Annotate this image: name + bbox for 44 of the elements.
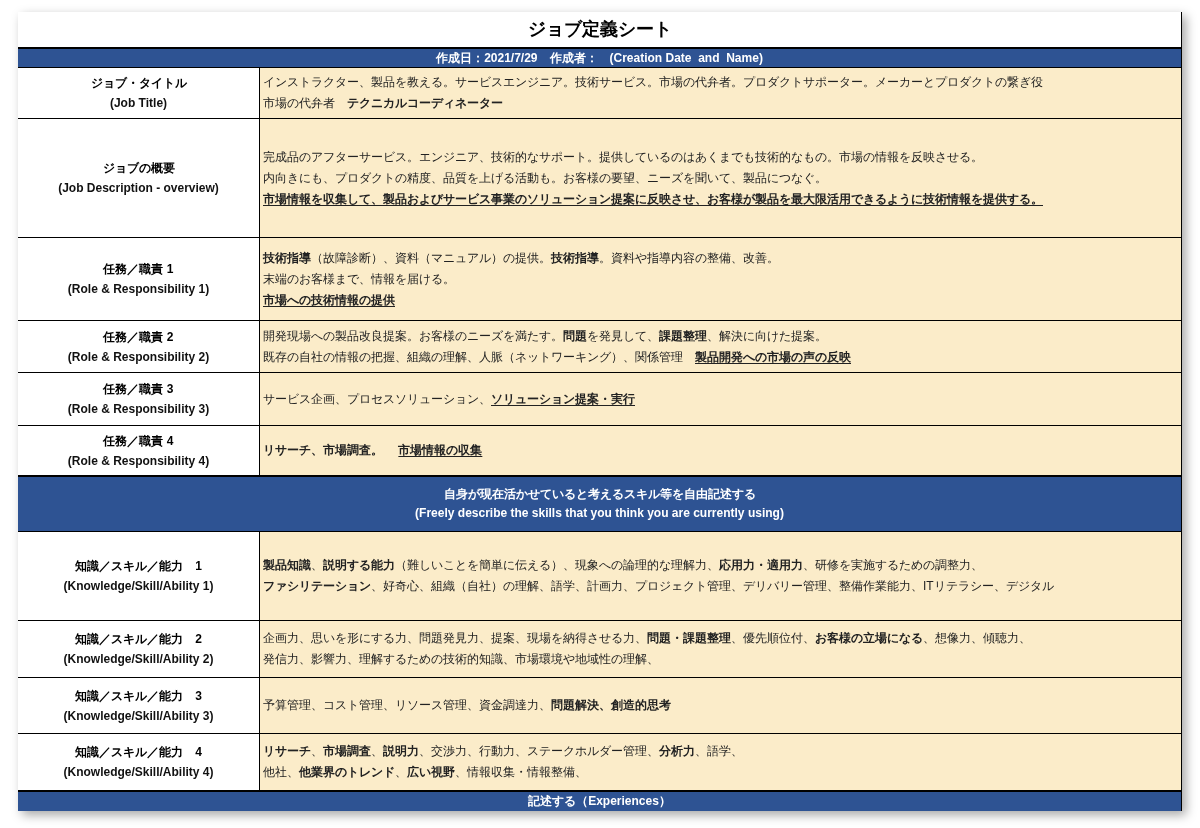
row-heading-translation: (Knowledge/Skill/Ability 4)	[63, 764, 214, 781]
row-heading: 知識／スキル／能力 4	[75, 744, 202, 761]
content-line: 市場の代弁者 テクニカルコーディネーター	[263, 95, 504, 112]
content-line: 市場情報を収集して、製品およびサービス事業のソリューション提案に反映させ、お客様が製品を最大限活用できるように技術情報を提供する。	[263, 190, 1044, 208]
row-heading: ジョブ・タイトル	[90, 75, 187, 92]
row-heading: 任務／職責 2	[103, 328, 174, 346]
content-line: 既存の自社の情報の把握、組織の理解、人脈（ネットワーキング）、関係管理 製品開発への市場の声の反映	[263, 348, 852, 366]
row-heading-translation: (Role & Responsibility 1)	[67, 281, 210, 298]
content-line: 製品知識、説明する能力（難しいことを簡単に伝える）、現象への論理的な理解力、応用力・適用力、研修を実施するための調整力、	[263, 557, 984, 574]
content-line: リサーチ、市場調査。 市場情報の収集	[263, 442, 484, 459]
content-line: 他社、他業界のトレンド、広い視野、情報収集・情報整備、	[263, 764, 588, 781]
row-heading: 知識／スキル／能力 2	[75, 631, 202, 648]
content-line: 企画力、思いを形にする力、問題発見力、提案、現場を納得させる力、問題・課題整理、優先順位付、お客様の立場になる、想像力、傾聴力、	[263, 630, 1032, 647]
row-heading-translation: (Knowledge/Skill/Ability 3)	[63, 707, 214, 725]
row-heading: 任務／職責 3	[103, 381, 174, 398]
content-line: ファシリテーション、好奇心、組織（自社）の理解、語学、計画力、プロジェクト管理、デリバリー管理、整備作業能力、ITリテラシー、デジタル	[263, 578, 1055, 595]
band-text: (Freely describe the skills that you think you are currently using)	[415, 505, 784, 522]
content-line: インストラクター、製品を教える。サービスエンジニア。技術サービス。市場の代弁者。プロダクトサポーター。メーカーとプロダクトの繋ぎ役	[263, 74, 1044, 91]
band-text: 作成日：2021/7/29 作成者： (Creation Date and Name)	[436, 49, 763, 67]
row-heading: 知識／スキル／能力 3	[75, 687, 202, 705]
sheet-title: ジョブ定義シート	[527, 18, 672, 41]
content-line: 技術指導（故障診断）、資料（マニュアル）の提供。技術指導。資料や指導内容の整備、改善。	[263, 249, 780, 267]
row-heading: 任務／職責 4	[103, 432, 174, 450]
row-heading: ジョブの概要	[102, 160, 175, 177]
content-line: 末端のお客様まで、情報を届ける。	[263, 270, 456, 288]
content-line: 内向きにも、プロダクトの精度、品質を上げる活動も。お客様の要望、ニーズを聞いて、製品につなぐ。	[263, 169, 828, 187]
content-line: 市場への技術情報の提供	[263, 291, 396, 309]
row-heading-translation: (Knowledge/Skill/Ability 1)	[63, 578, 214, 595]
content-line: サービス企画、プロセスソリューション、ソリューション提案・実行	[263, 390, 636, 408]
content-line: 完成品のアフターサービス。エンジニア、技術的なサポート。提供しているのはあくまでも技術的なもの。市場の情報を反映させる。	[263, 148, 984, 166]
row-heading: 知識／スキル／能力 1	[75, 558, 202, 575]
row-heading-translation: (Knowledge/Skill/Ability 2)	[63, 651, 214, 668]
content-line: 開発現場への製品改良提案。お客様のニーズを満たす。問題を発見して、課題整理、解決に向けた提案。	[263, 327, 828, 345]
row-heading-translation: (Job Description - overview)	[58, 180, 219, 197]
row-heading-translation: (Job Title)	[109, 95, 168, 112]
row-heading-translation: (Role & Responsibility 4)	[67, 452, 210, 470]
row-heading-translation: (Role & Responsibility 2)	[67, 348, 210, 366]
content-line: 予算管理、コスト管理、リソース管理、資金調達力、問題解決、創造的思考	[263, 697, 672, 714]
row-heading-translation: (Role & Responsibility 3)	[67, 401, 210, 418]
content-line: 発信力、影響力、理解するための技術的知識、市場環境や地域性の理解、	[263, 651, 660, 668]
row-heading: 任務／職責 1	[103, 261, 174, 278]
content-line: リサーチ、市場調査、説明力、交渉力、行動力、ステークホルダー管理、分析力、語学、	[263, 743, 744, 760]
band-text: 自身が現在活かせていると考えるスキル等を自由記述する	[443, 486, 756, 503]
band-text: 記述する（Experiences）	[528, 793, 671, 810]
